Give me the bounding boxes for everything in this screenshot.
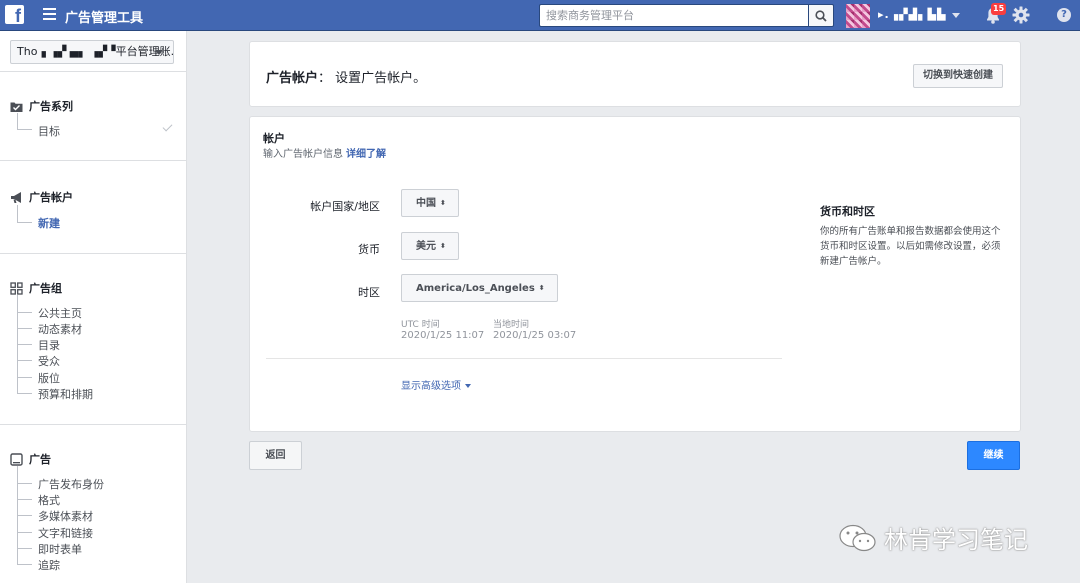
sidebar-divider: [0, 71, 186, 72]
sidebar-item-text-links[interactable]: 文字和链接: [38, 525, 93, 541]
sidebar: Tho▗ ▗▞ ▄▖ ▗▞▝平台管理账... 广告系列 目标 广告帐户 新建 广…: [0, 31, 187, 583]
notification-badge: 15: [991, 3, 1007, 15]
utc-time-caption: UTC 时间: [401, 320, 440, 330]
chevron-down-icon: [155, 50, 163, 55]
sort-arrows-icon: ⬍: [538, 284, 545, 292]
section-title: 帐户: [263, 132, 285, 145]
sidebar-item-objective[interactable]: 目标: [38, 123, 60, 139]
sidebar-section-ad-set[interactable]: 广告组: [10, 280, 62, 296]
user-menu-chevron-down-icon[interactable]: [952, 13, 960, 18]
info-title: 货币和时区: [820, 205, 875, 218]
page-title: 广告帐户： 设置广告帐户。: [266, 71, 427, 86]
chevron-down-icon: [465, 384, 471, 388]
search-button[interactable]: [808, 4, 834, 27]
folder-check-icon: [10, 100, 23, 113]
country-label: 帐户国家/地区: [310, 200, 380, 213]
learn-more-link[interactable]: 详细了解: [346, 149, 386, 160]
local-time-value: 2020/1/25 03:07: [493, 330, 577, 341]
sidebar-item-identity[interactable]: 广告发布身份: [38, 476, 104, 492]
menu-icon[interactable]: [43, 8, 56, 22]
switch-to-quick-create-button[interactable]: 切换到快速创建: [913, 64, 1003, 88]
top-navigation-bar: f 广告管理工具 ▸.▗▞▟▖▙▙ 15 ?: [0, 0, 1080, 31]
gear-icon[interactable]: [1012, 6, 1030, 24]
sort-arrows-icon: ⬍: [440, 199, 446, 207]
watermark: 林肯学习笔记: [838, 520, 1028, 555]
sidebar-section-ad[interactable]: 广告: [10, 451, 51, 467]
tree-line: [17, 205, 18, 222]
account-select-label: Tho▗ ▗▞ ▄▖ ▗▞▝平台管理账...: [17, 45, 174, 58]
sidebar-section-label: 广告组: [29, 282, 62, 295]
tree-line: [17, 113, 18, 129]
check-icon: [162, 121, 173, 132]
wechat-icon: [839, 524, 876, 551]
sidebar-item-audience[interactable]: 受众: [38, 353, 60, 369]
grid-icon: [10, 281, 23, 295]
country-select[interactable]: 中国 ⬍: [401, 189, 459, 217]
sidebar-item-page[interactable]: 公共主页: [38, 305, 82, 321]
currency-label: 货币: [358, 243, 380, 256]
account-panel: 帐户 输入广告帐户信息 详细了解 帐户国家/地区 中国 ⬍ 货币 美元 ⬍ 时区 Am…: [249, 116, 1021, 432]
app-title[interactable]: 广告管理工具: [65, 7, 143, 26]
sort-arrows-icon: ⬍: [440, 242, 446, 250]
search-icon: [815, 10, 827, 22]
back-button[interactable]: 返回: [249, 441, 302, 470]
account-select[interactable]: Tho▗ ▗▞ ▄▖ ▗▞▝平台管理账...: [10, 40, 174, 64]
show-advanced-options-link[interactable]: 显示高级选项: [401, 377, 471, 392]
sidebar-section-label: 广告系列: [29, 100, 73, 113]
help-icon[interactable]: ?: [1057, 8, 1071, 22]
sidebar-item-dynamic-creative[interactable]: 动态素材: [38, 321, 82, 337]
sidebar-item-catalog[interactable]: 目录: [38, 337, 60, 353]
utc-time-value: 2020/1/25 11:07: [401, 330, 485, 341]
section-subtitle: 输入广告帐户信息 详细了解: [263, 149, 386, 160]
sidebar-section-campaign[interactable]: 广告系列: [10, 98, 73, 114]
sidebar-section-label: 广告帐户: [29, 191, 73, 204]
info-body: 你的所有广告账单和报告数据都会使用这个货币和时区设置。以后如需修改设置，必须新建…: [820, 226, 1001, 267]
avatar[interactable]: [846, 4, 870, 28]
sidebar-section-label: 广告: [29, 453, 51, 466]
sidebar-divider: [0, 253, 186, 254]
sidebar-item-tracking[interactable]: 追踪: [38, 557, 60, 573]
tree-line: [17, 129, 32, 130]
sidebar-section-ad-account[interactable]: 广告帐户: [10, 189, 73, 205]
sidebar-item-format[interactable]: 格式: [38, 492, 60, 508]
sidebar-divider: [0, 160, 186, 161]
sidebar-item-instant-forms[interactable]: 即时表单: [38, 541, 82, 557]
sidebar-item-new[interactable]: 新建: [38, 215, 60, 231]
continue-button[interactable]: 继续: [967, 441, 1020, 470]
local-time-caption: 当地时间: [493, 320, 530, 330]
sidebar-item-placements[interactable]: 版位: [38, 370, 60, 386]
timezone-label: 时区: [358, 286, 380, 299]
facebook-logo-icon[interactable]: f: [5, 5, 24, 24]
search-input[interactable]: [539, 4, 809, 27]
header-panel: 广告帐户： 设置广告帐户。 切换到快速创建: [249, 41, 1021, 107]
megaphone-icon: [10, 191, 23, 204]
sidebar-divider: [0, 424, 186, 425]
divider: [266, 358, 782, 359]
currency-select[interactable]: 美元 ⬍: [401, 232, 459, 260]
tree-line: [17, 222, 32, 223]
user-name[interactable]: ▸.▗▞▟▖▙▙: [878, 8, 946, 21]
timezone-select[interactable]: America/Los_Angeles ⬍: [401, 274, 558, 302]
sidebar-item-media[interactable]: 多媒体素材: [38, 508, 93, 524]
tablet-icon: [10, 452, 23, 466]
sidebar-item-budget-schedule[interactable]: 预算和排期: [38, 386, 93, 402]
